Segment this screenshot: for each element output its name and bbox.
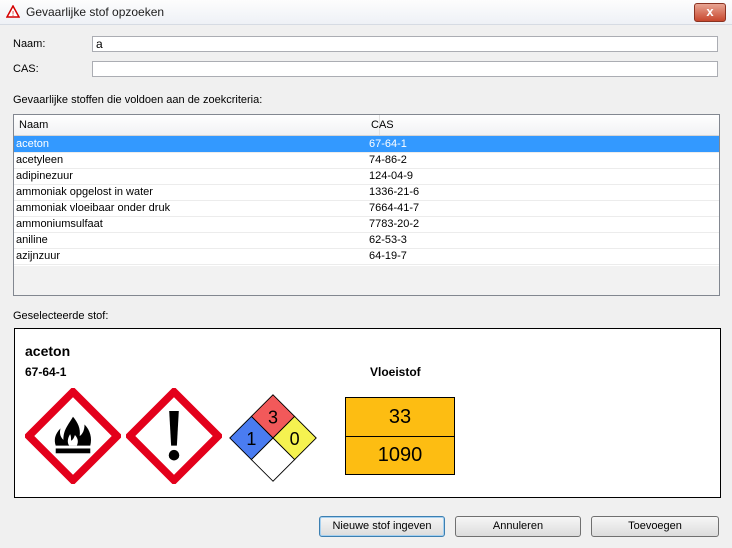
adr-un-number: 1090: [377, 444, 423, 466]
row-name: azijnzuur: [16, 250, 61, 262]
cas-label: CAS:: [13, 63, 39, 75]
results-label: Gevaarlijke stoffen die voldoen aan de z…: [13, 94, 263, 106]
nfpa-reactivity: 0: [290, 429, 300, 449]
adr-plate: 33 1090: [345, 397, 455, 475]
new-substance-button[interactable]: Nieuwe stof ingeven: [319, 516, 445, 537]
table-row[interactable]: acetyleen 74-86-2: [14, 152, 719, 169]
app-icon: !: [6, 5, 20, 18]
table-row[interactable]: azijnzuur 64-19-7: [14, 248, 719, 265]
row-name: ammoniumsulfaat: [16, 218, 103, 230]
column-header-cas[interactable]: CAS: [371, 119, 394, 131]
cancel-button[interactable]: Annuleren: [455, 516, 581, 537]
row-name: acetyleen: [16, 154, 64, 166]
close-button[interactable]: x: [694, 3, 726, 22]
column-header-naam[interactable]: Naam: [19, 119, 48, 131]
row-name: adipinezuur: [16, 170, 73, 182]
row-cas: 74-86-2: [369, 154, 407, 166]
name-label: Naam:: [13, 38, 46, 50]
close-icon: x: [706, 4, 714, 19]
window-title: Gevaarlijke stof opzoeken: [26, 5, 165, 19]
adr-hazard-number: 33: [346, 398, 454, 437]
nfpa-diamond-icon: 3 1 0: [229, 394, 317, 482]
row-cas: 1336-21-6: [369, 186, 420, 198]
row-cas: 7664-41-7: [369, 202, 420, 214]
selected-cas: 67-64-1: [25, 365, 67, 379]
list-header: Naam CAS: [14, 115, 719, 136]
table-row[interactable]: aniline 62-53-3: [14, 232, 719, 249]
row-cas: 64-19-7: [369, 250, 407, 262]
cas-input[interactable]: [92, 61, 718, 77]
table-row[interactable]: adipinezuur 124-04-9: [14, 168, 719, 185]
title-bar: ! Gevaarlijke stof opzoeken x: [0, 0, 732, 25]
svg-text:!: !: [12, 10, 15, 18]
add-button[interactable]: Toevoegen: [591, 516, 719, 537]
nfpa-flammability: 3: [268, 408, 278, 428]
table-row[interactable]: ammoniak vloeibaar onder druk 7664-41-7: [14, 200, 719, 217]
flame-pictogram-icon: [25, 388, 121, 484]
list-empty-area: [14, 266, 719, 295]
selected-state: Vloeistof: [370, 365, 421, 379]
table-row[interactable]: aceton 67-64-1: [14, 136, 719, 153]
results-list[interactable]: Naam CAS aceton 67-64-1 acetyleen 74-86-2 ad…: [13, 114, 720, 296]
row-cas: 7783-20-2: [369, 218, 420, 230]
selected-label: Geselecteerde stof:: [13, 310, 109, 322]
row-name: aniline: [16, 234, 48, 246]
row-name: aceton: [16, 138, 50, 150]
row-name: ammoniak opgelost in water: [16, 186, 153, 198]
selected-substance-panel: aceton 67-64-1 Vloeistof 3 1 0 33 1090: [14, 328, 721, 498]
selected-name: aceton: [25, 343, 71, 359]
row-cas: 124-04-9: [369, 170, 414, 182]
table-row[interactable]: ammoniumsulfaat 7783-20-2: [14, 216, 719, 233]
table-row[interactable]: ammoniak opgelost in water 1336-21-6: [14, 184, 719, 201]
row-name: ammoniak vloeibaar onder druk: [16, 202, 171, 214]
exclamation-pictogram-icon: [126, 388, 222, 484]
name-input[interactable]: a: [92, 36, 718, 52]
row-cas: 62-53-3: [369, 234, 407, 246]
row-cas: 67-64-1: [369, 138, 407, 150]
nfpa-health: 1: [246, 429, 256, 449]
